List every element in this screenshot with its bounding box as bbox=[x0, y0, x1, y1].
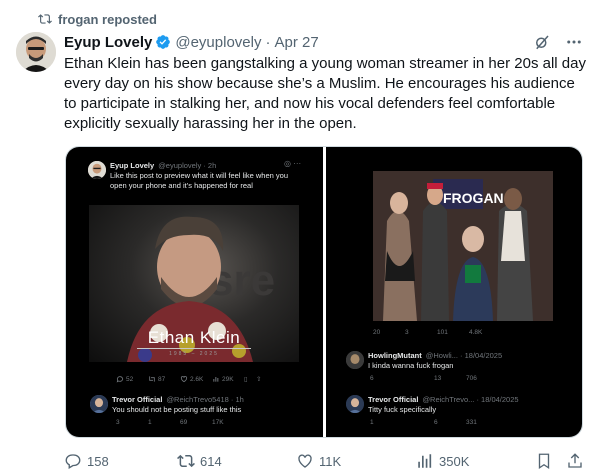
media-grid[interactable]: Eyup Lovely @eyuplovely · 2h ◎ ··· Like … bbox=[65, 146, 583, 438]
author-avatar[interactable] bbox=[16, 32, 56, 72]
quote-text: Like this post to preview what it will f… bbox=[110, 171, 289, 190]
repost-action-icon bbox=[177, 454, 195, 468]
photo-caption: Ethan Klein bbox=[147, 328, 241, 347]
media-image-left[interactable]: Eyup Lovely @eyuplovely · 2h ◎ ··· Like … bbox=[66, 147, 323, 437]
reply-handle-left: @ReichTrevo5418 · 1h bbox=[166, 395, 244, 404]
quote-like-count: 2.6K bbox=[180, 375, 212, 383]
grok-icon[interactable] bbox=[533, 33, 551, 51]
repost-count: 614 bbox=[200, 453, 222, 469]
reply1-text: I kinda wanna fuck frogan bbox=[368, 361, 454, 370]
separator-dot: · bbox=[265, 33, 271, 51]
reply-actions-left: 3 1 69 17K bbox=[116, 419, 224, 426]
heart-icon bbox=[298, 454, 312, 468]
tweet-date[interactable]: Apr 27 bbox=[274, 34, 318, 51]
view-count: 350K bbox=[439, 453, 470, 469]
post-actions-right: 20 3 101 4.8K bbox=[373, 329, 483, 336]
caption-divider bbox=[137, 348, 251, 349]
reply2-handle: @ReichTrevo... · 18/04/2025 bbox=[422, 395, 519, 404]
repost-label: frogan reposted bbox=[58, 11, 157, 27]
reply2-avatar bbox=[346, 395, 364, 413]
quote-reply-count: 52 bbox=[116, 375, 148, 383]
ethan-photo: sre Ethan Klein 1985 – 2025 bbox=[89, 205, 299, 362]
reply2-author: Trevor Official bbox=[368, 395, 419, 404]
reply-button[interactable]: 158 bbox=[64, 452, 109, 470]
reply2-header: Trevor Official @ReichTrevo... · 18/04/2… bbox=[368, 395, 519, 404]
tweet-header: Eyup Lovely @eyuplovely · Apr 27 bbox=[64, 32, 583, 52]
repost-indicator[interactable]: frogan reposted bbox=[38, 10, 157, 28]
views-button[interactable]: 350K bbox=[416, 452, 469, 470]
reply-header-left: Trevor Official @ReichTrevo5418 · 1h bbox=[112, 395, 244, 404]
reply-avatar-left bbox=[90, 395, 108, 413]
tweet-action-bar: 158 614 11K 350K bbox=[64, 452, 586, 470]
views-chart-icon bbox=[418, 454, 432, 468]
bookmark-button[interactable] bbox=[535, 452, 553, 470]
tweet-text: Ethan Klein has been gangstalking a youn… bbox=[64, 55, 586, 132]
reply1-header: HowlingMutant @Howli... · 18/04/2025 bbox=[368, 351, 502, 360]
quote-actions: 52 87 2.6K 29K ▯ ⇧ bbox=[116, 375, 266, 383]
share-icon bbox=[568, 453, 582, 468]
repost-icon bbox=[38, 14, 52, 24]
quote-header: Eyup Lovely @eyuplovely · 2h bbox=[110, 161, 216, 170]
quote-view-count: 29K bbox=[212, 375, 244, 383]
quote-more-icon: ◎ ··· bbox=[284, 159, 302, 168]
reply1-actions: 6 13 706 bbox=[370, 375, 477, 382]
author-handle[interactable]: @eyuplovely bbox=[175, 34, 261, 51]
more-options-icon[interactable] bbox=[565, 33, 583, 51]
quote-handle: @eyuplovely · 2h bbox=[158, 161, 217, 170]
reply1-handle: @Howli... · 18/04/2025 bbox=[425, 351, 503, 360]
reply2-actions: 1 6 331 bbox=[370, 419, 477, 426]
quote-author: Eyup Lovely bbox=[110, 161, 155, 170]
svg-text:FROGAN: FROGAN bbox=[443, 190, 504, 206]
reply-author-left: Trevor Official bbox=[112, 395, 163, 404]
media-image-right[interactable]: FROGAN 20 3 101 4.8K HowlingMutant @Howl… bbox=[326, 147, 582, 437]
author-name[interactable]: Eyup Lovely bbox=[64, 34, 152, 51]
reply1-avatar bbox=[346, 351, 364, 369]
photo-years: 1985 – 2025 bbox=[169, 351, 219, 357]
like-button[interactable]: 11K bbox=[296, 452, 341, 470]
reply-text-left: You should not be posting stuff like thi… bbox=[112, 405, 242, 414]
reply-icon bbox=[65, 454, 81, 469]
reply-count: 158 bbox=[87, 453, 109, 469]
reply2-text: Titty fuck specifically bbox=[368, 405, 437, 414]
quote-avatar bbox=[88, 161, 106, 179]
repost-button[interactable]: 614 bbox=[177, 452, 222, 470]
quote-repost-count: 87 bbox=[148, 375, 180, 383]
verified-badge-icon[interactable] bbox=[155, 34, 171, 50]
share-button[interactable] bbox=[566, 452, 584, 470]
group-photo: FROGAN bbox=[373, 171, 553, 321]
like-count: 11K bbox=[319, 453, 342, 469]
reply1-author: HowlingMutant bbox=[368, 351, 422, 360]
bookmark-icon bbox=[538, 453, 550, 470]
